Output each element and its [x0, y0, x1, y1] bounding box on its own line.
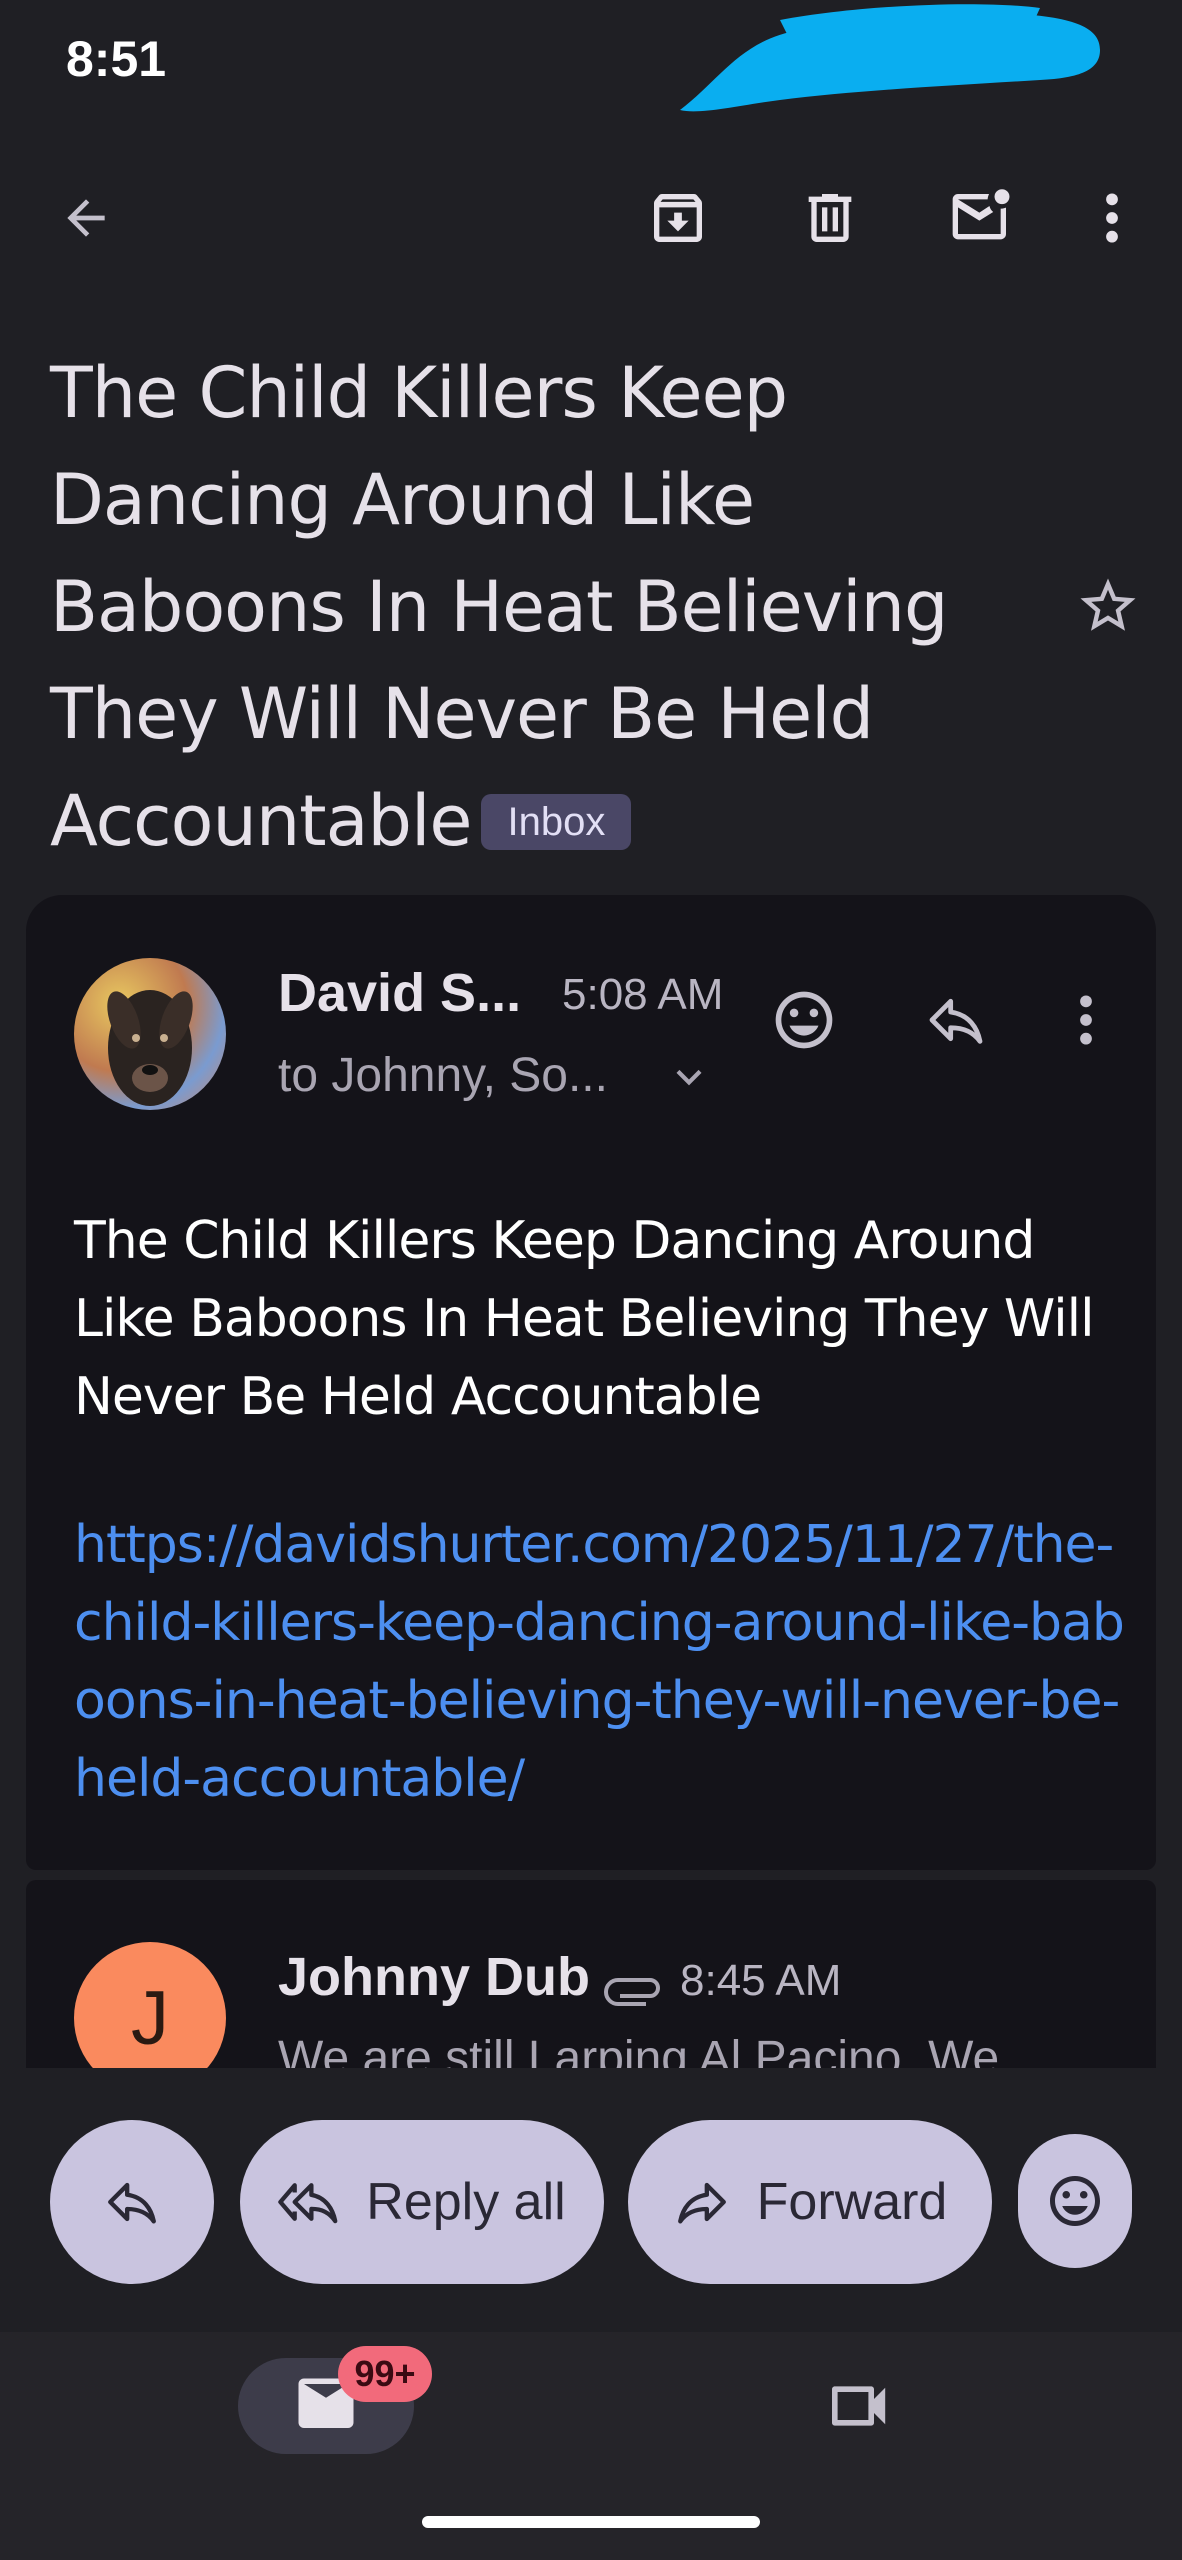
recipients-summary[interactable]: to Johnny, So...: [278, 1048, 608, 1103]
reply-all-label: Reply all: [366, 2173, 566, 2231]
reply-button[interactable]: [906, 970, 1006, 1070]
forward-button[interactable]: Forward: [628, 2120, 992, 2284]
next-message-snippet: We are still Larping Al Pacino. We: [278, 2032, 1000, 2068]
next-message-time: 8:45 AM: [680, 1956, 842, 2005]
email-subject: The Child Killers Keep Dancing Around Li…: [50, 340, 1060, 875]
dog-avatar-image: [107, 990, 193, 1106]
delete-icon: [808, 194, 852, 242]
reply-icon: [108, 2182, 156, 2224]
arrow-back-icon: [67, 199, 105, 237]
archive-button[interactable]: [628, 168, 728, 268]
attachment-icon: [604, 1978, 660, 2006]
redaction-scribble: [680, 4, 1100, 112]
inbox-label-chip[interactable]: Inbox: [481, 794, 632, 850]
delete-button[interactable]: [780, 168, 880, 268]
status-time: 8:51: [66, 31, 167, 87]
sender-name[interactable]: David S...: [278, 962, 521, 1024]
emoji-icon: [1050, 2176, 1100, 2226]
more-vert-icon: [1106, 193, 1118, 243]
star-button[interactable]: [1058, 556, 1158, 656]
message-link[interactable]: https://davidshurter.com/2025/11/27/the-…: [74, 1506, 1134, 1818]
chevron-down-icon[interactable]: [664, 1052, 714, 1102]
mark-unread-button[interactable]: [932, 168, 1032, 268]
reply-all-icon: [278, 2183, 338, 2224]
add-reaction-button[interactable]: [754, 970, 854, 1070]
reply-icon: [929, 998, 983, 1044]
emoji-icon: [775, 991, 833, 1049]
subject-text: The Child Killers Keep Dancing Around Li…: [50, 352, 948, 862]
back-button[interactable]: [36, 168, 136, 268]
video-camera-icon: [832, 2386, 886, 2426]
more-vert-icon: [1080, 995, 1092, 1045]
more-options-button[interactable]: [1062, 168, 1162, 268]
forward-icon: [677, 2182, 726, 2224]
unread-count-badge: 99+: [338, 2346, 432, 2402]
message-body: The Child Killers Keep Dancing Around Li…: [74, 1211, 1095, 1427]
sender-avatar[interactable]: [74, 958, 226, 1110]
star-outline-icon: [1080, 578, 1136, 631]
sent-time: 5:08 AM: [562, 970, 724, 1019]
meet-tab[interactable]: [810, 2358, 910, 2454]
reply-all-button[interactable]: Reply all: [240, 2120, 604, 2284]
archive-icon: [654, 194, 702, 242]
next-sender-name: Johnny Dub: [278, 1947, 590, 2007]
emoji-reaction-button[interactable]: [1018, 2134, 1132, 2268]
home-indicator[interactable]: [422, 2516, 760, 2528]
mark-unread-icon: [952, 189, 1010, 240]
reply-pill-button[interactable]: [50, 2120, 214, 2284]
forward-label: Forward: [756, 2173, 948, 2231]
message-more-button[interactable]: [1036, 970, 1136, 1070]
